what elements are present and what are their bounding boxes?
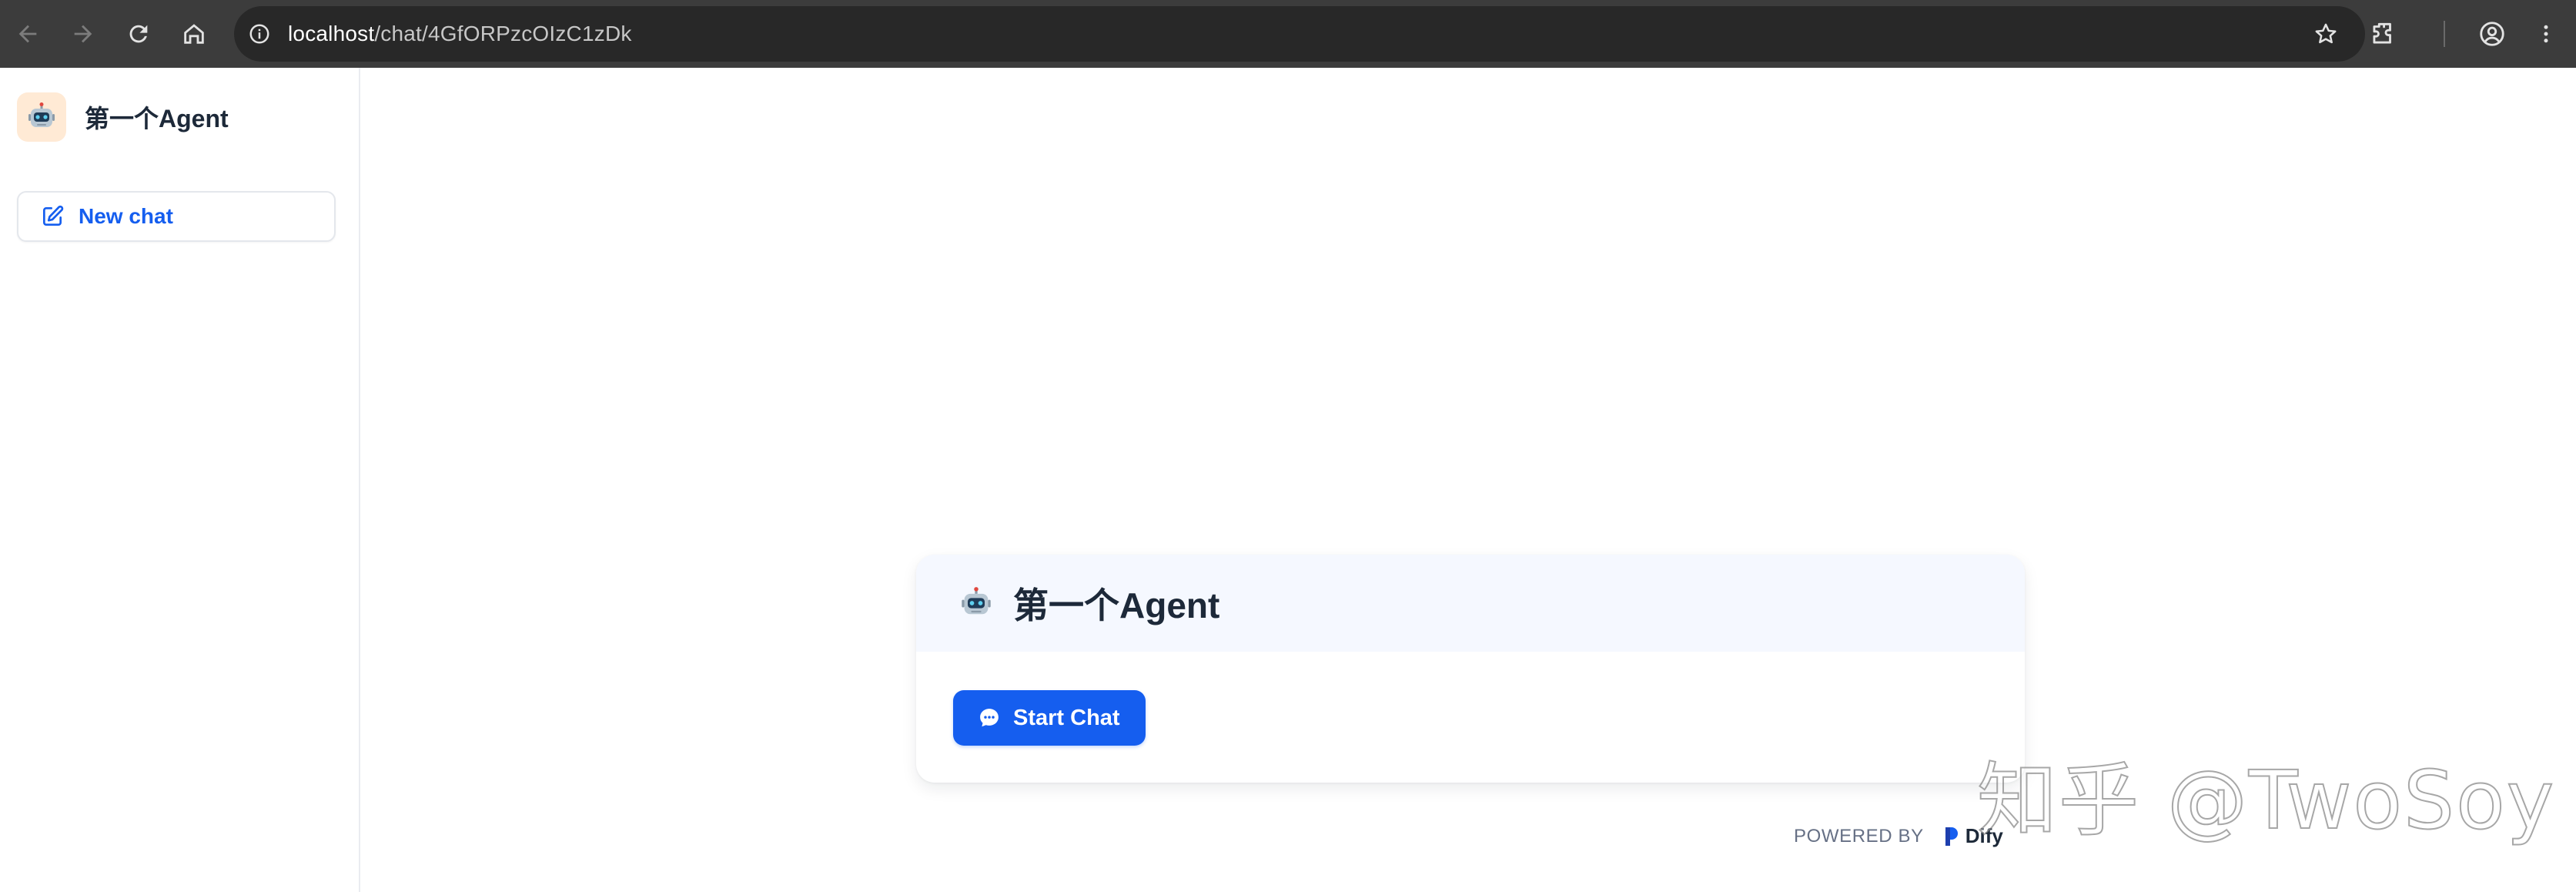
app-brand: 第一个Agent [17,92,229,142]
robot-icon [962,587,991,615]
address-bar[interactable]: localhost/chat/4GfORPzcOIzC1zDk [234,6,2365,62]
arrow-left-icon [18,25,37,43]
reload-icon [129,25,148,43]
site-info-icon[interactable] [248,22,271,45]
new-chat-button[interactable]: New chat [17,191,336,242]
url-path: /chat/4GfORPzcOIzC1zDk [374,22,632,45]
browser-toolbar: localhost/chat/4GfORPzcOIzC1zDk [0,0,2576,68]
edit-icon [43,205,64,226]
chat-bubble-icon [980,709,999,727]
back-button[interactable] [0,0,55,68]
extensions-icon[interactable] [2368,19,2397,49]
robot-icon [28,102,55,127]
dify-logo-icon [1945,827,1958,846]
browser-actions [2368,0,2576,68]
sidebar: 第一个Agent New chat [0,68,360,892]
home-icon [184,24,204,44]
url-text[interactable]: localhost/chat/4GfORPzcOIzC1zDk [288,22,632,46]
powered-by-label: POWERED BY [1794,825,1924,847]
reload-button[interactable] [111,0,166,68]
url-host: localhost [288,22,375,45]
start-chat-label: Start Chat [1013,705,1120,730]
app-name: 第一个Agent [85,105,229,132]
arrow-right-icon [74,25,92,43]
bookmark-star-icon[interactable] [2313,21,2339,47]
new-chat-label: New chat [79,204,173,228]
page-title: 第一个Agent [1013,585,1220,625]
toolbar-divider [2444,21,2445,47]
profile-icon[interactable] [2477,19,2507,49]
watermark: 知乎 @TwoSoy [1976,753,2556,848]
powered-by: POWERED BY Dify [1794,824,2003,848]
app-avatar [17,92,66,142]
start-chat-button[interactable]: Start Chat [953,690,1146,746]
welcome-card: 第一个Agent Start Chat [916,555,2025,783]
more-vert-icon[interactable] [2534,19,2558,49]
welcome-card-header: 第一个Agent [916,555,2025,652]
forward-button[interactable] [55,0,111,68]
home-button[interactable] [166,0,222,68]
